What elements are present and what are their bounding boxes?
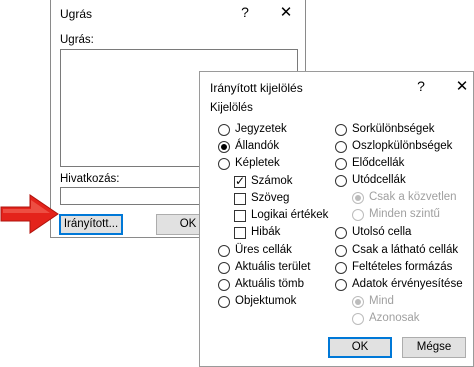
goto-titlebar: Ugrás ? ✕: [51, 0, 305, 29]
special-dialog-title: Irányított kijelölés: [210, 81, 303, 95]
radio-label: Állandók: [235, 140, 280, 152]
red-arrow-pointer-icon: [0, 194, 59, 234]
reference-label: Hivatkozás:: [60, 173, 120, 185]
radio-label: Képletek: [235, 157, 280, 169]
close-icon[interactable]: ✕: [279, 4, 293, 20]
help-button[interactable]: ?: [238, 4, 252, 20]
radio-label: Jegyzetek: [235, 123, 287, 135]
radio-label: Csak a közvetlen: [369, 191, 457, 203]
special-dialog: Irányított kijelölés ? ✕ Kijelölés Jegyz…: [199, 71, 474, 367]
special-button[interactable]: Irányított...: [59, 214, 123, 235]
checkbox-label: Szöveg: [251, 192, 290, 204]
ok-button[interactable]: OK: [328, 337, 392, 358]
radio-label: Utódcellák: [352, 174, 406, 186]
radio-label: Minden szintű: [369, 208, 440, 220]
help-button[interactable]: ?: [414, 78, 428, 94]
radio-label: Aktuális tömb: [235, 278, 305, 290]
radio-label: Aktuális terület: [235, 261, 311, 273]
radio-label: Azonosak: [369, 312, 420, 324]
close-icon[interactable]: ✕: [455, 78, 469, 94]
checkbox-label: Hibák: [251, 226, 281, 238]
radio-label: Objektumok: [235, 295, 297, 307]
special-titlebar: Irányított kijelölés ? ✕: [200, 72, 473, 102]
goto-label: Ugrás:: [60, 34, 94, 46]
cancel-button[interactable]: Mégse: [402, 337, 466, 358]
radio-label: Feltételes formázás: [352, 261, 453, 273]
checkbox-label: Logikai értékek: [251, 209, 329, 221]
radio-label: Csak a látható cellák: [352, 244, 459, 256]
checkbox-label: Számok: [251, 175, 293, 187]
radio-label: Elődcellák: [352, 157, 405, 169]
radio-label: Üres cellák: [235, 244, 292, 256]
goto-dialog-title: Ugrás: [60, 7, 93, 21]
radio-label: Utolsó cella: [352, 226, 412, 238]
radio-label: Sorkülönbségek: [352, 123, 435, 135]
radio-label: Oszlopkülönbségek: [352, 140, 453, 152]
radio-label: Adatok érvényesítése: [352, 278, 463, 290]
selection-group-label: Kijelölés: [210, 102, 253, 114]
radio-label: Mind: [369, 295, 394, 307]
